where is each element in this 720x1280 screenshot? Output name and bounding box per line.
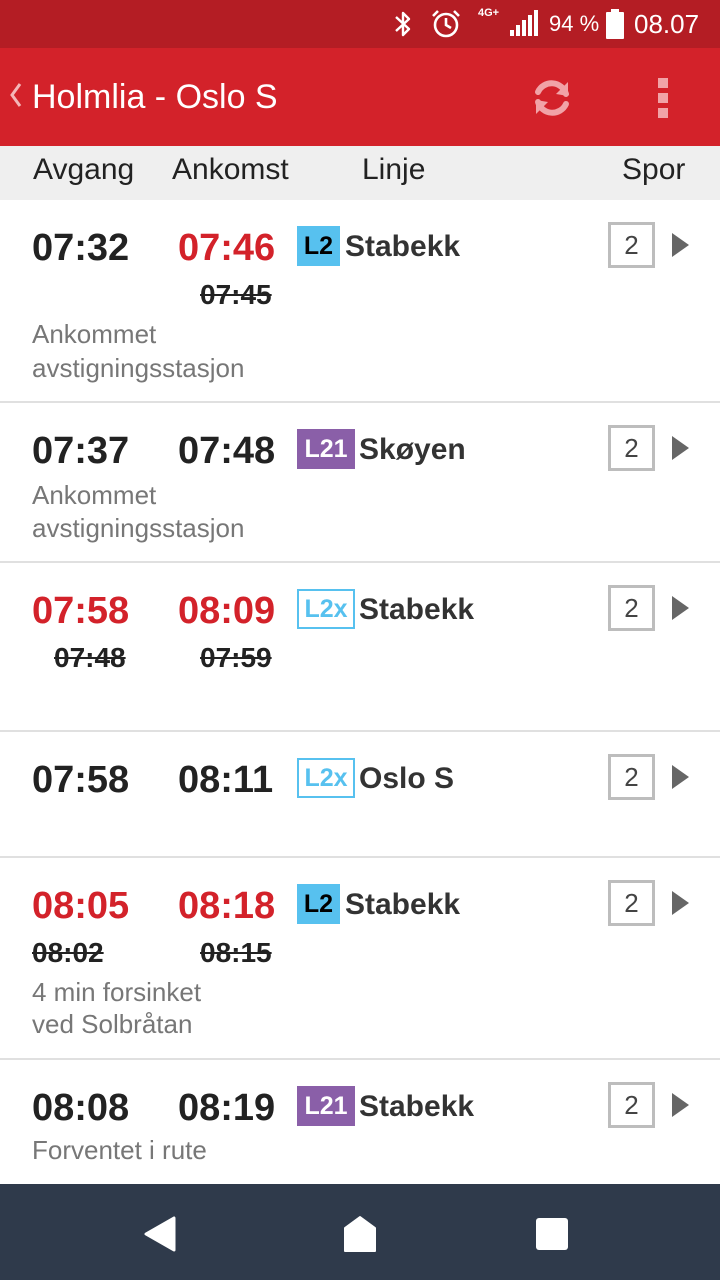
departure-row[interactable]: 08:08 08:19 L21 Stabekk 2 Forventet i ru… [0,1060,720,1184]
nav-back-button[interactable] [136,1210,184,1258]
status-bar: 4G+ 94 % 08.07 [0,0,720,48]
departure-time-scheduled: 08:02 [32,937,104,968]
app-screen: { "status_bar": { "network": "4G+", "bat… [0,0,720,1280]
status-line-1: Ankommet [32,480,157,510]
departure-row[interactable]: 07:32 07:46 07:45 L2 Stabekk 2 Ankommet … [0,200,720,403]
status-line-1: Ankommet [32,319,157,349]
line-badge: L2x [297,589,355,629]
arrival-time: 07:46 [178,227,276,269]
nav-recent-button[interactable] [528,1210,576,1258]
status-line-1: Forventet i rute [32,1135,207,1165]
arrival-time-scheduled: 07:45 [200,279,272,310]
row-arrow-icon [672,765,689,789]
more-options-button[interactable] [640,68,686,128]
column-track: Spor [622,153,686,186]
system-nav-bar [0,1184,720,1280]
row-arrow-icon [672,436,689,460]
column-header: Avgang Ankomst Linje Spor [0,146,720,200]
destination: Skøyen [359,433,466,466]
app-toolbar: Holmlia - Oslo S [0,48,720,146]
departure-row[interactable]: 08:05 08:18 08:02 08:15 L2 Stabekk 2 4 m… [0,858,720,1060]
line-badge: L2x [297,758,355,798]
departure-row[interactable]: 07:58 08:11 L2x Oslo S 2 [0,732,720,858]
departure-time: 08:08 [32,1087,130,1129]
departure-time: 07:58 [32,759,130,801]
row-arrow-icon [672,596,689,620]
battery-percent: 94 % [549,11,600,36]
bluetooth-icon [392,0,418,48]
status-line-2: avstigningsstasjon [32,513,245,543]
nav-home-icon [344,1216,376,1252]
arrival-time: 08:09 [178,590,276,632]
column-line: Linje [362,153,426,186]
status-line-1: 4 min forsinket [32,977,202,1007]
departure-time: 08:05 [32,885,130,927]
nav-home-button[interactable] [336,1210,384,1258]
track-number: 2 [608,880,655,926]
refresh-icon [535,80,569,116]
track-number: 2 [608,425,655,471]
arrival-time: 08:19 [178,1087,276,1129]
line-badge: L21 [297,429,355,469]
nav-back-icon [144,1216,176,1252]
destination: Stabekk [345,888,461,921]
arrival-time: 07:48 [178,430,276,472]
clock: 08.07 [634,8,700,39]
refresh-button[interactable] [522,68,582,128]
status-line-2: avstigningsstasjon [32,353,245,383]
departure-row[interactable]: 07:58 08:09 07:48 07:59 L2x Stabekk 2 [0,563,720,732]
back-chevron-icon[interactable] [6,80,26,110]
column-departure: Avgang [33,153,135,186]
signal-icon [508,0,540,48]
departure-time: 07:58 [32,590,130,632]
arrival-time-scheduled: 07:59 [200,642,272,673]
alarm-icon [430,0,462,48]
departure-time-scheduled: 07:48 [54,642,126,673]
destination: Oslo S [359,762,455,795]
status-line-2: ved Solbråtan [32,1009,193,1039]
row-arrow-icon [672,891,689,915]
destination: Stabekk [359,1090,475,1123]
arrival-time: 08:11 [178,759,274,801]
more-vert-icon [658,78,668,118]
arrival-time: 08:18 [178,885,276,927]
line-badge: L2 [297,226,340,266]
page-title: Holmlia - Oslo S [32,78,278,116]
row-arrow-icon [672,1093,689,1117]
departure-time: 07:32 [32,227,130,269]
track-number: 2 [608,1082,655,1128]
destination: Stabekk [345,230,461,263]
row-arrow-icon [672,233,689,257]
column-arrival: Ankomst [172,153,289,186]
line-badge: L21 [297,1086,355,1126]
track-number: 2 [608,754,655,800]
track-number: 2 [608,222,655,268]
departure-time: 07:37 [32,430,130,472]
nav-recent-icon [536,1218,568,1250]
battery-icon [606,0,626,48]
line-badge: L2 [297,884,340,924]
network-type-label: 4G+ [478,7,500,19]
destination: Stabekk [359,593,475,626]
departure-row[interactable]: 07:37 07:48 L21 Skøyen 2 Ankommet avstig… [0,403,720,563]
track-number: 2 [608,585,655,631]
arrival-time-scheduled: 08:15 [200,937,272,968]
